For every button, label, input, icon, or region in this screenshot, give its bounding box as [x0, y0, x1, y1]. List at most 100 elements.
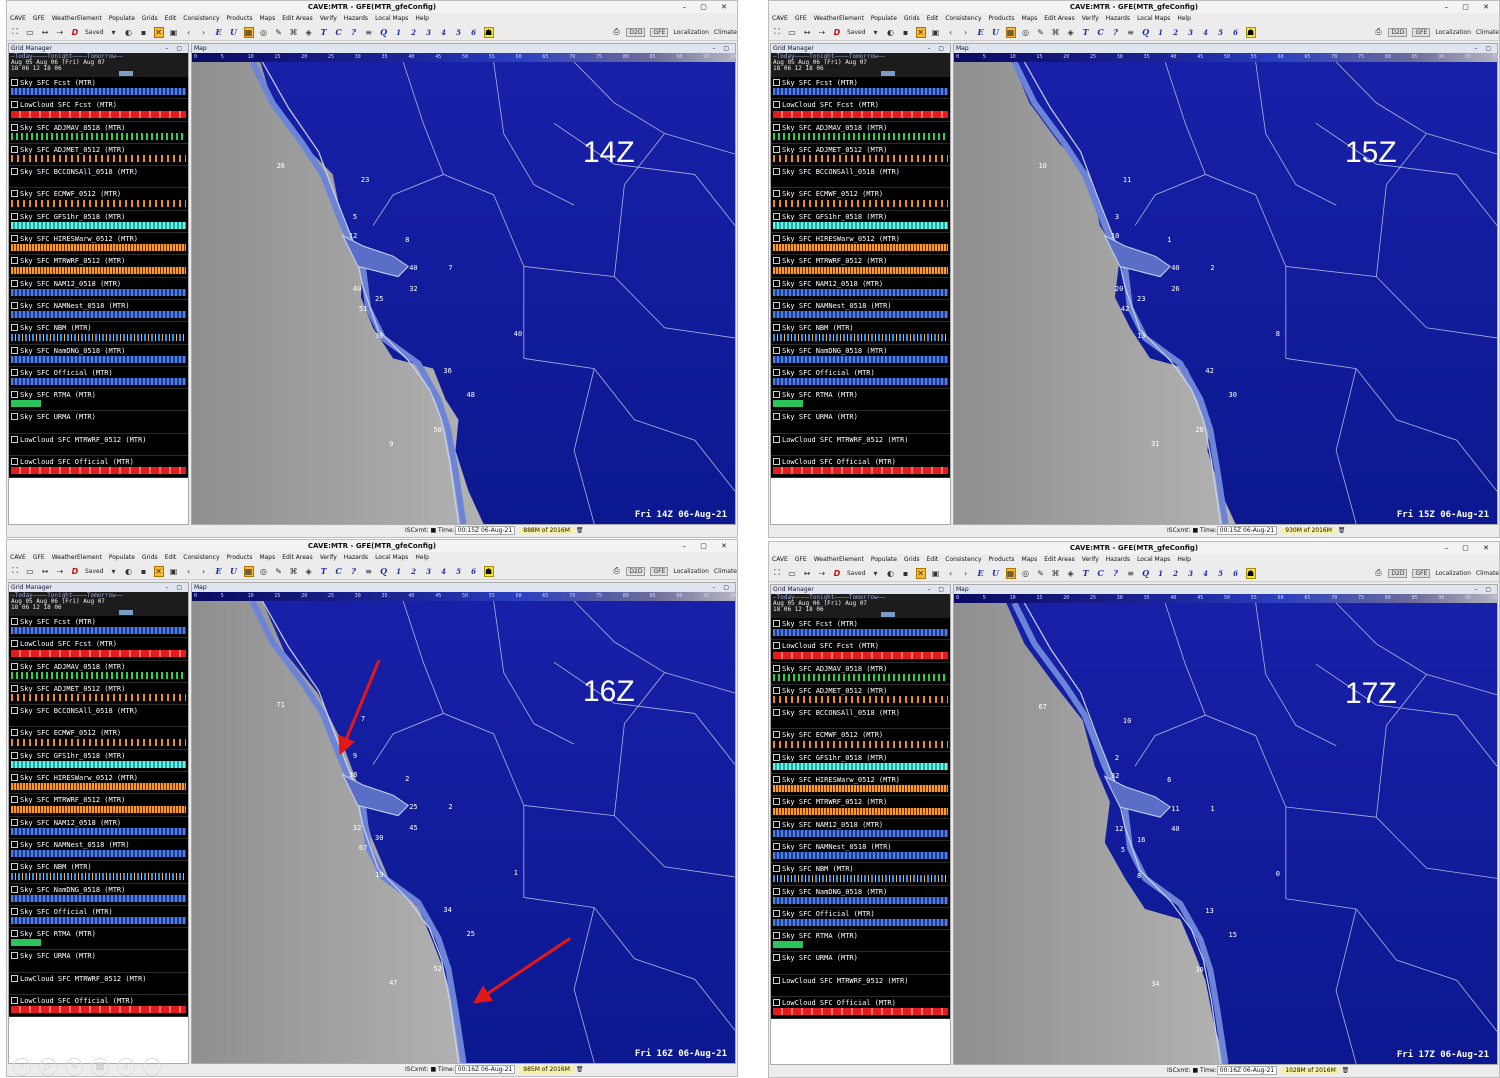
menu-item-edit[interactable]: Edit — [927, 554, 939, 565]
climate-button[interactable]: Climate — [714, 29, 737, 36]
window-controls[interactable]: – ▢ ✕ — [683, 540, 733, 552]
tool-number-2[interactable]: 2 — [1171, 569, 1181, 578]
print-icon[interactable]: ⎙ — [1373, 568, 1383, 578]
menu-item-maps[interactable]: Maps — [1021, 554, 1037, 565]
grid-row[interactable]: Sky SFC URMA (MTR) — [9, 411, 188, 434]
time-slider-handle[interactable] — [119, 610, 133, 615]
menu-item-maps[interactable]: Maps — [259, 552, 275, 563]
tool-number-5[interactable]: 5 — [454, 567, 464, 576]
menu-item-edit-areas[interactable]: Edit Areas — [1044, 13, 1074, 24]
grid-timeline-bar[interactable] — [773, 785, 948, 793]
grid-row[interactable]: Sky SFC ADJMAV_0518 (MTR) — [771, 662, 950, 685]
lightbulb-icon[interactable]: ◐ — [124, 567, 134, 576]
menu-item-cave[interactable]: CAVE — [10, 552, 26, 563]
menu-item-grids[interactable]: Grids — [142, 13, 158, 24]
grid-row[interactable]: LowCloud SFC MTRWRF_0512 (MTR) — [9, 433, 188, 457]
grid-timeline-bar[interactable] — [11, 311, 186, 319]
grid-timeline-bar[interactable] — [11, 88, 186, 96]
tool-d[interactable]: D — [832, 28, 842, 37]
grid-row[interactable]: LowCloud SFC Fcst (MTR) — [771, 99, 950, 122]
lightbulb-icon[interactable]: ◐ — [886, 28, 896, 37]
equals-icon[interactable]: ≡ — [1126, 569, 1136, 578]
iscxmt-indicator-icon[interactable]: ■ — [429, 527, 438, 534]
grid-row[interactable]: Sky SFC Official (MTR) — [771, 366, 950, 390]
grid-row[interactable]: Sky SFC ADJMET_0512 (MTR) — [771, 684, 950, 708]
grid-timeline-bar[interactable] — [773, 110, 948, 118]
save-icon[interactable]: ▣ — [169, 567, 179, 576]
menu-item-edit-areas[interactable]: Edit Areas — [282, 13, 312, 24]
grid-time-header[interactable]: —Today————Tonight————Tomorrow—— Aug 05 A… — [9, 53, 188, 77]
tool-t[interactable]: T — [1081, 568, 1091, 578]
tool-number-1[interactable]: 1 — [394, 28, 404, 37]
grid-timeline-bar[interactable] — [11, 467, 186, 475]
select-tool-icon[interactable]: ⛶ — [772, 568, 782, 578]
pan-horizontal-icon[interactable]: ↔ — [40, 567, 50, 576]
sky-cover-map[interactable]: 26 23 5 12 8 40 7 40 32 25 51 36 40 36 48 50 9 14Z Fri 14Z… — [192, 62, 735, 524]
active-tool-icon[interactable]: ✕ — [153, 565, 164, 577]
menu-item-hazards[interactable]: Hazards — [1106, 13, 1130, 24]
perspective-d2d[interactable]: D2D — [626, 566, 646, 576]
back-arrow-icon[interactable]: ‹ — [184, 567, 194, 576]
grid-timeline-bar[interactable] — [773, 874, 948, 882]
keyboard-icon[interactable]: ▭ — [25, 567, 35, 576]
select-tool-icon[interactable]: ⛶ — [10, 27, 20, 37]
dropdown-icon[interactable]: ▾ — [871, 569, 881, 578]
iscxmt-indicator-icon[interactable]: ■ — [1191, 1067, 1200, 1074]
forward-arrow-icon[interactable]: › — [961, 569, 971, 578]
tool-number-6[interactable]: 6 — [469, 28, 479, 37]
grid-timeline-bar[interactable] — [773, 311, 948, 319]
tool-c[interactable]: C — [334, 566, 344, 576]
tool-c[interactable]: C — [1096, 27, 1106, 37]
menu-item-products[interactable]: Products — [989, 13, 1015, 24]
shield-icon[interactable]: ◈ — [1066, 28, 1076, 37]
localization-button[interactable]: Localization — [673, 568, 709, 575]
grid-timeline-bar[interactable] — [11, 783, 186, 791]
tool-t[interactable]: T — [319, 27, 329, 37]
grid-row[interactable]: Sky SFC Official (MTR) — [771, 907, 950, 931]
menu-item-grids[interactable]: Grids — [904, 554, 920, 565]
tool-e[interactable]: E — [976, 27, 986, 37]
saved-status[interactable]: Saved — [85, 29, 104, 36]
grid-timeline-bar[interactable] — [11, 333, 186, 341]
menu-item-verify[interactable]: Verify — [1082, 554, 1099, 565]
menu-item-local-maps[interactable]: Local Maps — [1137, 13, 1170, 24]
select-tool-icon[interactable]: ⛶ — [10, 566, 20, 576]
grid-row[interactable]: Sky SFC HIRESWarw_0512 (MTR) — [771, 774, 950, 797]
dropdown-icon[interactable]: ▾ — [109, 567, 119, 576]
menu-item-grids[interactable]: Grids — [142, 552, 158, 563]
shield-icon[interactable]: ◈ — [1066, 569, 1076, 578]
menu-item-help[interactable]: Help — [1177, 554, 1191, 565]
tool-e[interactable]: E — [976, 568, 986, 578]
grid-row[interactable]: Sky SFC NamDNG_0518 (MTR) — [771, 344, 950, 367]
menu-item-maps[interactable]: Maps — [259, 13, 275, 24]
tool-q[interactable]: Q — [1141, 568, 1151, 578]
grid-timeline-bar[interactable] — [11, 132, 186, 140]
grid-row[interactable]: Sky SFC ADJMET_0512 (MTR) — [771, 143, 950, 167]
menu-item-weatherelement[interactable]: WeatherElement — [52, 552, 102, 563]
menu-item-help[interactable]: Help — [415, 552, 429, 563]
menu-item-hazards[interactable]: Hazards — [1106, 554, 1130, 565]
tool-help[interactable]: ? — [349, 27, 359, 37]
grid-timeline-bar[interactable] — [773, 88, 948, 96]
grid-row[interactable]: LowCloud SFC MTRWRF_0512 (MTR) — [771, 974, 950, 998]
menu-item-consistency[interactable]: Consistency — [945, 13, 981, 24]
window-controls[interactable]: – ▢ ✕ — [683, 1, 733, 13]
menu-item-consistency[interactable]: Consistency — [183, 13, 219, 24]
perspective-d2d[interactable]: D2D — [1388, 568, 1408, 578]
back-icon[interactable]: ‹ — [13, 1058, 31, 1076]
grid-icon[interactable]: ▦ — [1005, 26, 1016, 38]
sky-cover-map[interactable]: 67 10 2 32 6 11 1 12 40 16 5 8 0 13 15 30 34 17Z Fri 17Z 0… — [954, 603, 1497, 1064]
grid-row[interactable]: Sky SFC GFS1hr_0518 (MTR) — [9, 210, 188, 234]
grid-timeline-bar[interactable] — [11, 1006, 186, 1014]
move-icon[interactable]: ⇢ — [55, 567, 65, 576]
tool-e[interactable]: E — [214, 566, 224, 576]
menu-item-weatherelement[interactable]: WeatherElement — [814, 13, 864, 24]
perspective-gfe[interactable]: GFE — [650, 566, 669, 576]
grid-timeline-bar[interactable] — [773, 941, 803, 949]
grid-timeline-bar[interactable] — [773, 244, 948, 252]
tool-d[interactable]: D — [832, 569, 842, 578]
localization-button[interactable]: Localization — [1435, 29, 1471, 36]
grid-row[interactable]: Sky SFC Fcst (MTR) — [9, 77, 188, 100]
grid-row[interactable]: Sky SFC NamDNG_0518 (MTR) — [771, 885, 950, 908]
active-tool-icon[interactable]: ✕ — [153, 26, 164, 38]
